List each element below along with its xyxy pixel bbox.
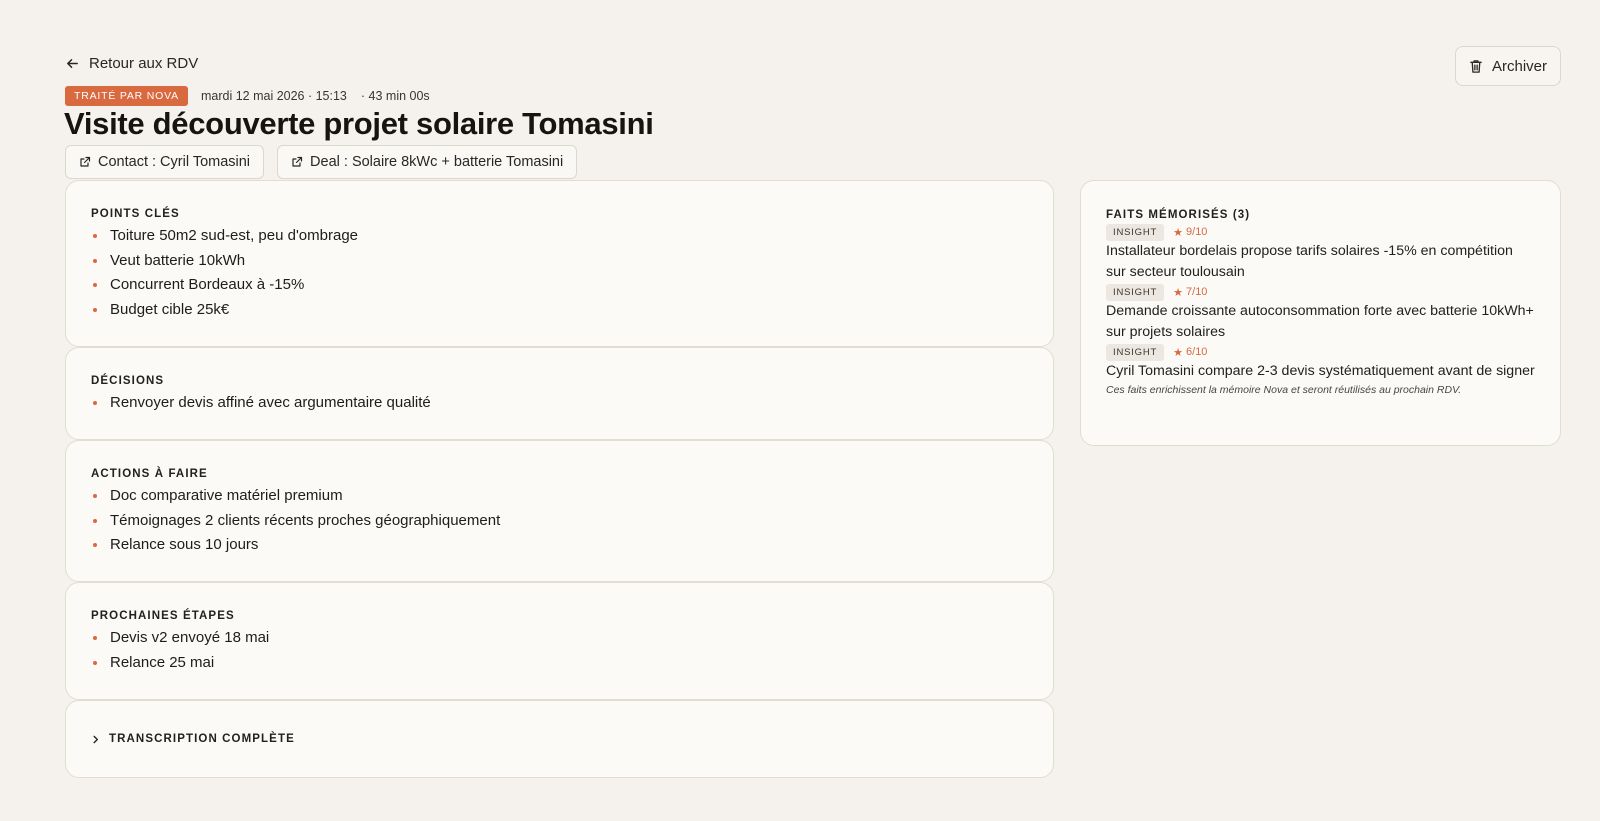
arrow-left-icon xyxy=(67,59,78,68)
meeting-meta: TRAITÉ PAR NOVA mardi 12 mai 2026 · 15:1… xyxy=(65,86,430,106)
star-icon: ★ xyxy=(1173,286,1184,299)
external-link-icon xyxy=(80,156,91,167)
list-item: Renvoyer devis affiné avec argumentaire … xyxy=(91,391,1028,416)
bullet-dot xyxy=(93,543,97,548)
facts-note: Ces faits enrichissent la mémoire Nova e… xyxy=(1106,383,1462,396)
fact-meta: INSIGHT ★ 9/10 xyxy=(1106,223,1535,241)
deal-link-button[interactable]: Deal : Solaire 8kWc + batterie Tomasini xyxy=(277,145,578,179)
bullet-dot xyxy=(93,307,97,312)
key-points-heading: POINTS CLÉS xyxy=(91,208,180,220)
contact-link-button[interactable]: Contact : Cyril Tomasini xyxy=(65,145,265,179)
list-item: Relance 25 mai xyxy=(91,651,1028,676)
next-steps-heading: PROCHAINES ÉTAPES xyxy=(91,610,235,622)
list-item-text: Relance sous 10 jours xyxy=(110,536,259,553)
list-item: Devis v2 envoyé 18 mai xyxy=(91,626,1028,651)
rating-value: 6/10 xyxy=(1186,346,1208,358)
external-link-icon xyxy=(292,156,303,167)
rating-value: 7/10 xyxy=(1186,286,1208,298)
bullet-dot xyxy=(93,283,97,288)
bullet-dot xyxy=(93,636,97,641)
list-item-text: Devis v2 envoyé 18 mai xyxy=(110,629,270,646)
fact-item: INSIGHT ★ 9/10 Installateur bordelais pro… xyxy=(1106,223,1535,282)
decisions-heading: DÉCISIONS xyxy=(91,375,165,387)
list-item-text: Renvoyer devis affiné avec argumentaire … xyxy=(110,394,431,411)
list-item-text: Toiture 50m2 sud-est, peu d'ombrage xyxy=(110,227,359,244)
key-points-list: Toiture 50m2 sud-est, peu d'ombrage Veut… xyxy=(91,224,1028,322)
list-item: Doc comparative matériel premium xyxy=(91,484,1028,509)
fact-rating: ★ 7/10 xyxy=(1173,286,1207,299)
bullet-dot xyxy=(93,660,97,665)
bullet-dot xyxy=(93,494,97,499)
rating-value: 9/10 xyxy=(1186,226,1208,238)
back-to-rdv-link[interactable]: Retour aux RDV xyxy=(65,55,198,72)
insight-tag: INSIGHT xyxy=(1106,283,1165,301)
list-item: Veut batterie 10kWh xyxy=(91,249,1028,274)
key-points-card: POINTS CLÉS Toiture 50m2 sud-est, peu d'… xyxy=(65,180,1054,347)
fact-text: Installateur bordelais propose tarifs so… xyxy=(1106,243,1513,280)
status-badge: TRAITÉ PAR NOVA xyxy=(65,86,188,106)
insight-tag: INSIGHT xyxy=(1106,343,1165,361)
decisions-card: DÉCISIONS Renvoyer devis affiné avec arg… xyxy=(65,347,1054,440)
deal-link-label: Deal : Solaire 8kWc + batterie Tomasini xyxy=(310,154,564,170)
list-item: Toiture 50m2 sud-est, peu d'ombrage xyxy=(91,224,1028,249)
list-item-text: Concurrent Bordeaux à -15% xyxy=(110,276,305,293)
list-item: Concurrent Bordeaux à -15% xyxy=(91,273,1028,298)
list-item-text: Veut batterie 10kWh xyxy=(110,251,246,269)
decisions-list: Renvoyer devis affiné avec argumentaire … xyxy=(91,391,1028,416)
fact-item: INSIGHT ★ 7/10 Demande croissante autocon… xyxy=(1106,283,1535,342)
bullet-dot xyxy=(93,401,97,406)
actions-list: Doc comparative matériel premium Témoign… xyxy=(91,484,1028,558)
fact-rating: ★ 9/10 xyxy=(1173,226,1207,239)
insight-tag: INSIGHT xyxy=(1106,223,1165,241)
list-item-text: Budget cible 25k€ xyxy=(110,300,230,318)
fact-item: INSIGHT ★ 6/10 Cyril Tomasini compare 2-3… xyxy=(1106,343,1535,382)
list-item: Témoignages 2 clients récents proches gé… xyxy=(91,509,1028,534)
bullet-dot xyxy=(93,518,97,523)
transcript-heading: TRANSCRIPTION COMPLÈTE xyxy=(109,733,295,745)
fact-text: Cyril Tomasini compare 2-3 devis systéma… xyxy=(1106,363,1535,379)
next-steps-list: Devis v2 envoyé 18 mai Relance 25 mai xyxy=(91,626,1028,675)
actions-card: ACTIONS À FAIRE Doc comparative matériel… xyxy=(65,440,1054,582)
star-icon: ★ xyxy=(1173,226,1184,239)
actions-heading: ACTIONS À FAIRE xyxy=(91,468,208,480)
facts-heading: FAITS MÉMORISÉS (3) xyxy=(1106,209,1251,221)
list-item-text: Doc comparative matériel premium xyxy=(110,487,343,504)
fact-rating: ★ 6/10 xyxy=(1173,346,1207,359)
chevron-right-icon xyxy=(93,735,98,743)
related-links: Contact : Cyril Tomasini Deal : Solaire … xyxy=(65,145,578,179)
trash-icon xyxy=(1470,59,1482,73)
list-item: Budget cible 25k€ xyxy=(91,298,1028,323)
list-item: Relance sous 10 jours xyxy=(91,533,1028,558)
back-link-label: Retour aux RDV xyxy=(89,55,199,72)
bullet-dot xyxy=(93,234,97,239)
archive-button[interactable]: Archiver xyxy=(1455,46,1561,86)
fact-meta: INSIGHT ★ 6/10 xyxy=(1106,343,1535,361)
bullet-dot xyxy=(93,258,97,263)
transcript-toggle[interactable]: TRANSCRIPTION COMPLÈTE xyxy=(65,700,1054,778)
meeting-detail-page: Retour aux RDV Archiver TRAITÉ PAR NOVA … xyxy=(0,0,1600,821)
memorized-facts-panel: FAITS MÉMORISÉS (3) INSIGHT ★ 9/10 Instal… xyxy=(1080,180,1561,446)
list-item-text: Relance 25 mai xyxy=(110,653,215,671)
contact-link-label: Contact : Cyril Tomasini xyxy=(98,154,251,170)
star-icon: ★ xyxy=(1173,346,1184,359)
meeting-datetime: mardi 12 mai 2026 · 15:13 xyxy=(200,89,347,103)
fact-text: Demande croissante autoconsommation fort… xyxy=(1106,303,1534,340)
meeting-duration: · 43 min 00s xyxy=(360,89,430,103)
page-title: Visite découverte projet solaire Tomasin… xyxy=(64,106,654,141)
list-item-text: Témoignages 2 clients récents proches gé… xyxy=(110,511,501,529)
next-steps-card: PROCHAINES ÉTAPES Devis v2 envoyé 18 mai… xyxy=(65,582,1054,700)
archive-button-label: Archiver xyxy=(1491,57,1547,75)
fact-meta: INSIGHT ★ 7/10 xyxy=(1106,283,1535,301)
